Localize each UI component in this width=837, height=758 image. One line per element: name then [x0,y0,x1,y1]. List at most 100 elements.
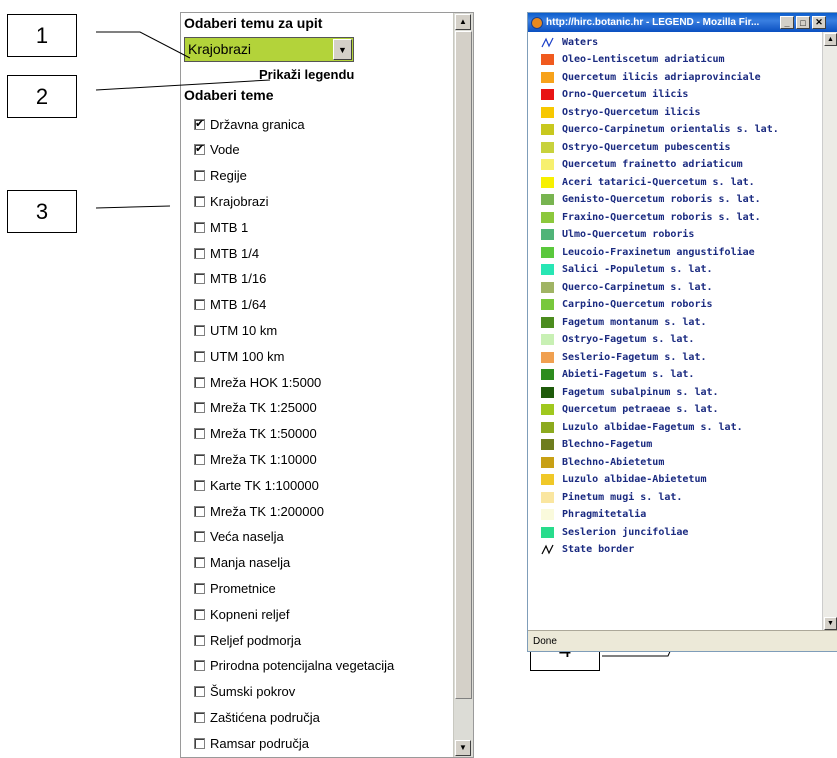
color-swatch [541,474,554,485]
color-swatch [541,229,554,240]
color-swatch [541,421,554,433]
legend-label: Blechno-Abietetum [562,456,665,468]
legend-label: Fraxino-Quercetum roboris s. lat. [562,211,761,223]
color-swatch [541,369,554,380]
status-bar: Done [528,630,837,651]
legend-item: Genisto-Quercetum roboris s. lat. [541,192,761,208]
legend-item: Querco-Carpinetum orientalis s. lat. [541,122,779,138]
color-swatch [541,351,554,363]
color-swatch [541,281,554,293]
legend-item: Quercetum petraeae s. lat. [541,402,719,418]
legend-item: Leucoio-Fraxinetum angustifoliae [541,244,755,260]
legend-item: Seslerion juncifoliae [541,524,688,540]
legend-item: Luzulo albidae-Fagetum s. lat. [541,419,743,435]
legend-item: Orno-Quercetum ilicis [541,87,688,103]
color-swatch [541,124,554,135]
legend-label: Fagetum subalpinum s. lat. [562,386,719,398]
legend-item: Ulmo-Quercetum roboris [541,227,694,243]
legend-label: Blechno-Fagetum [562,439,653,450]
color-swatch [541,211,554,223]
legend-label: Orno-Quercetum ilicis [562,89,689,100]
scroll-up-icon[interactable]: ▲ [824,33,837,46]
legend-label: Quercetum frainetto adriaticum [562,159,743,170]
callout-1: 1 [7,14,77,57]
legend-label: Salici -Populetum s. lat. [562,264,713,275]
color-swatch [541,264,554,275]
legend-item: Luzulo albidae-Abietetum [541,472,707,488]
window-title: http://hirc.botanic.hr - LEGEND - Mozill… [546,17,760,28]
legend-item: Pinetum mugi s. lat. [541,489,682,505]
legend-label: Ostryo-Quercetum ilicis [562,106,701,118]
legend-label: Seslerion juncifoliae [562,526,689,538]
color-swatch [541,54,554,65]
legend-label: Leucoio-Fraxinetum angustifoliae [562,246,755,258]
legend-item: Salici -Populetum s. lat. [541,262,713,278]
legend-label: Ostryo-Quercetum pubescentis [562,141,731,153]
color-swatch [541,456,554,468]
legend-item: Blechno-Abietetum [541,454,664,470]
legend-item: Aceri tatarici-Quercetum s. lat. [541,174,755,190]
legend-scrollbar[interactable]: ▲ ▼ [822,32,837,631]
legend-item: Ostryo-Quercetum pubescentis [541,139,731,155]
color-swatch [541,141,554,153]
color-swatch [541,246,554,258]
minimize-icon[interactable]: _ [780,16,794,29]
legend-item: Fagetum montanum s. lat. [541,314,707,330]
color-swatch [541,89,554,100]
legend-label: Aceri tatarici-Quercetum s. lat. [562,176,755,188]
legend-label: Pinetum mugi s. lat. [562,491,683,503]
color-swatch [541,404,554,415]
legend-item: Seslerio-Fagetum s. lat. [541,349,707,365]
color-swatch [541,509,554,520]
legend-label: Seslerio-Fagetum s. lat. [562,351,707,363]
line-symbol-icon [541,37,554,47]
legend-label: Fagetum montanum s. lat. [562,316,707,328]
firefox-icon [531,16,543,29]
legend-item: Abieti-Fagetum s. lat. [541,367,694,383]
legend-label: Oleo-Lentiscetum adriaticum [562,54,725,65]
legend-item: Phragmitetalia [541,507,646,523]
legend-label: Genisto-Quercetum roboris s. lat. [562,194,761,205]
title-bar[interactable]: http://hirc.botanic.hr - LEGEND - Mozill… [528,13,837,32]
color-swatch [541,439,554,450]
legend-item: Querco-Carpinetum s. lat. [541,279,713,295]
color-swatch [541,194,554,205]
legend-label: Phragmitetalia [562,509,647,520]
legend-browser-window: http://hirc.botanic.hr - LEGEND - Mozill… [527,12,837,652]
legend-item: Blechno-Fagetum [541,437,652,453]
color-swatch [541,159,554,170]
legend-label: Ulmo-Quercetum roboris [562,229,695,240]
status-text: Done [533,635,557,647]
legend-label: Ostryo-Fagetum s. lat. [562,334,695,345]
maximize-icon[interactable]: □ [796,16,810,29]
line-symbol-icon [541,544,554,555]
legend-content: Waters Oleo-Lentiscetum adriaticum Quercet… [528,32,823,631]
legend-item: Quercetum frainetto adriaticum [541,157,743,173]
legend-item: Ostryo-Fagetum s. lat. [541,332,694,348]
color-swatch [541,491,554,503]
legend-item: Fagetum subalpinum s. lat. [541,384,719,400]
callout-3: 3 [7,190,77,233]
legend-item: Waters [541,34,598,50]
close-icon[interactable]: ✕ [812,16,826,29]
color-swatch [541,176,554,188]
legend-label: Querco-Carpinetum orientalis s. lat. [562,124,779,135]
legend-label: Luzulo albidae-Abietetum [562,474,707,485]
color-swatch [541,316,554,328]
color-swatch [541,71,554,83]
legend-label: Quercetum petraeae s. lat. [562,404,719,415]
legend-label: Quercetum ilicis adriaprovinciale [562,71,761,83]
legend-item: Quercetum ilicis adriaprovinciale [541,69,761,85]
color-swatch [541,334,554,345]
legend-label: Waters [562,36,599,48]
legend-label: State border [562,544,635,555]
scroll-down-icon[interactable]: ▼ [824,617,837,630]
color-swatch [541,299,554,310]
color-swatch [541,526,554,538]
legend-label: Luzulo albidae-Fagetum s. lat. [562,421,743,433]
legend-label: Abieti-Fagetum s. lat. [562,369,695,380]
legend-item: Fraxino-Quercetum roboris s. lat. [541,209,761,225]
legend-label: Querco-Carpinetum s. lat. [562,281,713,293]
legend-item: Carpino-Quercetum roboris [541,297,713,313]
legend-item: Ostryo-Quercetum ilicis [541,104,700,120]
